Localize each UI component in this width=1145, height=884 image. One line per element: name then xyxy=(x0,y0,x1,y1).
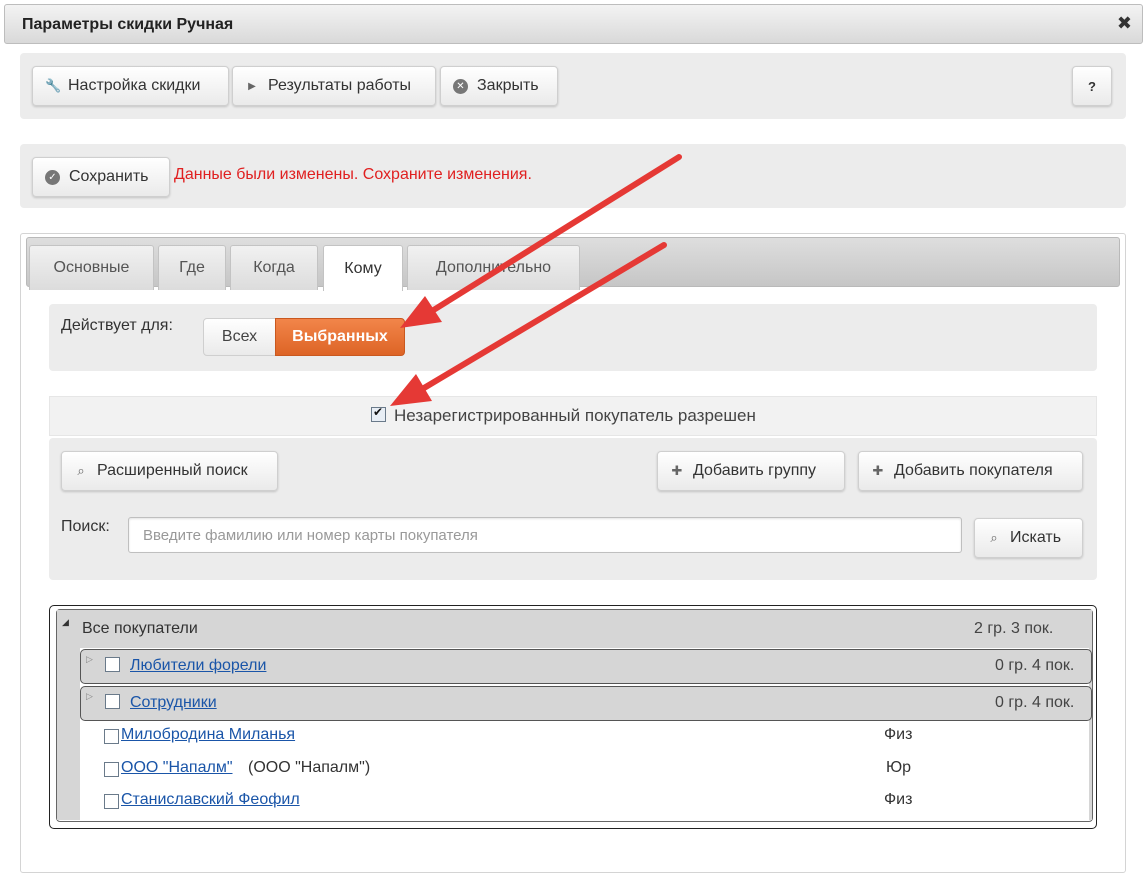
wrench-icon: 🔧 xyxy=(45,78,62,93)
tab-main-label: Основные xyxy=(53,259,130,276)
customer-checkbox[interactable] xyxy=(104,794,119,809)
applies-to-label: Действует для: xyxy=(61,317,173,334)
collapse-triangle-icon[interactable]: ◢ xyxy=(62,617,69,628)
tree-root-count: 2 гр. 3 пок. xyxy=(974,620,1054,637)
search-placeholder: Введите фамилию или номер карты покупате… xyxy=(143,526,478,544)
tab-main[interactable]: Основные xyxy=(29,245,154,290)
unregistered-label: Незарегистрированный покупатель разрешен xyxy=(394,406,756,425)
tab-whom-label: Кому xyxy=(344,259,382,277)
save-label: Сохранить xyxy=(69,168,149,185)
applies-to-all-option[interactable]: Всех xyxy=(203,318,276,356)
search-icon: ⌕ xyxy=(77,463,85,478)
tab-when-label: Когда xyxy=(253,259,295,276)
check-circle-icon: ✓ xyxy=(45,169,60,185)
tree-root-label: Все покупатели xyxy=(82,620,198,637)
close-label: Закрыть xyxy=(477,77,539,94)
search-label: Поиск: xyxy=(61,518,110,535)
advanced-search-button[interactable]: ⌕ Расширенный поиск xyxy=(61,451,278,491)
work-results-label: Результаты работы xyxy=(268,77,412,94)
group-row[interactable] xyxy=(80,686,1092,721)
applies-to-all-label: Всех xyxy=(221,328,258,345)
tab-bar: Основные Где Когда Кому Дополнительно xyxy=(26,237,1120,291)
expand-triangle-icon[interactable]: ▷ xyxy=(86,654,93,665)
group-checkbox[interactable] xyxy=(105,694,120,709)
tab-when[interactable]: Когда xyxy=(230,245,318,290)
help-button[interactable]: ? xyxy=(1072,66,1112,106)
tab-whom[interactable]: Кому xyxy=(323,245,403,291)
save-button[interactable]: ✓ Сохранить xyxy=(32,157,170,197)
applies-to-selected-option[interactable]: Выбранных xyxy=(275,318,405,356)
group-checkbox[interactable] xyxy=(105,657,120,672)
work-results-button[interactable]: ▶ Результаты работы xyxy=(232,66,436,106)
dialog-title: Параметры скидки Ручная xyxy=(22,16,234,33)
group-count: 0 гр. 4 пок. xyxy=(995,694,1075,711)
add-customer-button[interactable]: ✚ Добавить покупателя xyxy=(858,451,1083,491)
applies-to-selected-label: Выбранных xyxy=(292,328,388,345)
customer-link[interactable]: Милобродина Миланья xyxy=(121,726,295,744)
close-icon[interactable]: ✖ xyxy=(1117,13,1132,34)
advanced-search-label: Расширенный поиск xyxy=(97,462,248,479)
search-button-label: Искать xyxy=(1010,529,1062,546)
tab-where[interactable]: Где xyxy=(158,245,226,290)
close-circle-icon: ✕ xyxy=(453,78,468,94)
add-group-button[interactable]: ✚ Добавить группу xyxy=(657,451,845,491)
search-icon: ⌕ xyxy=(990,530,998,545)
group-link[interactable]: Любители форели xyxy=(130,657,266,675)
customer-type: Физ xyxy=(884,791,913,808)
customer-link[interactable]: ООО "Напалм" xyxy=(121,759,233,777)
tab-additional-label: Дополнительно xyxy=(435,259,552,276)
close-button[interactable]: ✕ Закрыть xyxy=(440,66,558,106)
unsaved-changes-notice: Данные были изменены. Сохраните изменени… xyxy=(174,166,532,183)
dialog-titlebar: Параметры скидки Ручная ✖ xyxy=(4,4,1143,44)
customer-type: Физ xyxy=(884,726,913,743)
tab-where-label: Где xyxy=(179,259,205,276)
customer-checkbox[interactable] xyxy=(104,762,119,777)
play-icon: ▶ xyxy=(248,80,256,92)
customer-link[interactable]: Станиславский Феофил xyxy=(121,791,300,809)
tab-additional[interactable]: Дополнительно xyxy=(407,245,580,290)
search-button[interactable]: ⌕ Искать xyxy=(974,518,1083,558)
customer-checkbox[interactable] xyxy=(104,729,119,744)
group-link[interactable]: Сотрудники xyxy=(130,694,217,712)
discount-settings-button[interactable]: 🔧 Настройка скидки xyxy=(32,66,229,106)
discount-settings-label: Настройка скидки xyxy=(68,77,201,94)
add-group-label: Добавить группу xyxy=(693,462,817,479)
search-input[interactable]: Введите фамилию или номер карты покупате… xyxy=(128,517,962,553)
expand-triangle-icon[interactable]: ▷ xyxy=(86,691,93,702)
help-label: ? xyxy=(1088,78,1096,94)
tree-indent-bar xyxy=(57,648,80,820)
tree-root-row[interactable] xyxy=(57,610,1092,648)
plus-icon: ✚ xyxy=(671,463,683,478)
group-count: 0 гр. 4 пок. xyxy=(995,657,1075,674)
unregistered-checkbox[interactable] xyxy=(371,405,386,422)
customer-extra: (ООО "Напалм") xyxy=(248,759,371,776)
plus-icon: ✚ xyxy=(872,463,884,478)
customer-type: Юр xyxy=(886,759,912,776)
add-customer-label: Добавить покупателя xyxy=(894,462,1053,479)
